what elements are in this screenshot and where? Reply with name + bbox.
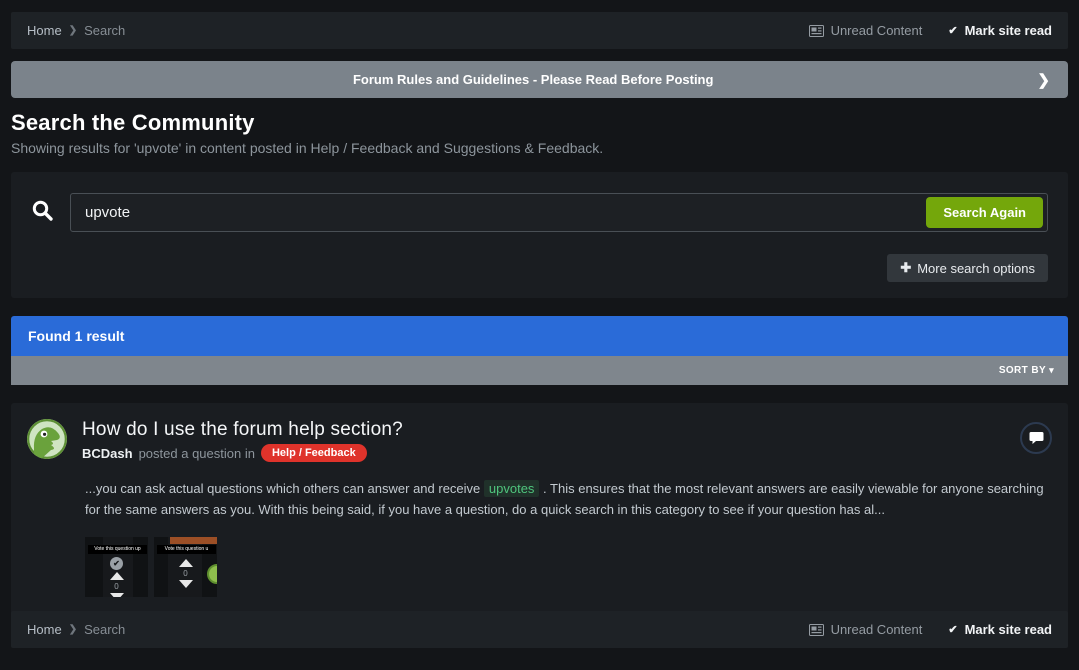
check-icon: ✔ xyxy=(948,623,957,636)
breadcrumb-home-link[interactable]: Home xyxy=(27,23,62,38)
newspaper-icon xyxy=(809,25,824,37)
byline-action-text: posted a question in xyxy=(139,446,255,461)
author-link[interactable]: BCDash xyxy=(82,446,133,461)
bottom-breadcrumb-bar: Home ❯ Search Unread Content ✔ Mark site… xyxy=(11,611,1068,648)
result-title-link[interactable]: How do I use the forum help section? xyxy=(82,419,1020,441)
plus-icon: ✚ xyxy=(900,260,911,276)
search-result-item: How do I use the forum help section? BCD… xyxy=(11,403,1068,642)
breadcrumb: Home ❯ Search xyxy=(27,23,125,38)
upvote-arrow-icon xyxy=(179,559,193,567)
thumbnail-avatar-dot xyxy=(207,564,217,584)
unread-content-label: Unread Content xyxy=(831,622,923,637)
results-count-text: Found 1 result xyxy=(28,328,124,344)
vote-count: 0 xyxy=(114,582,118,591)
search-icon xyxy=(31,199,54,227)
speech-bubble-icon xyxy=(1029,431,1044,445)
mark-site-read-link[interactable]: ✔ Mark site read xyxy=(948,622,1052,637)
search-term-highlight: upvotes xyxy=(484,480,540,497)
check-circle-icon: ✔ xyxy=(110,557,123,570)
more-search-options-button[interactable]: ✚ More search options xyxy=(887,254,1048,282)
newspaper-icon xyxy=(809,624,824,636)
page-subtitle: Showing results for 'upvote' in content … xyxy=(11,140,1068,156)
breadcrumb: Home ❯ Search xyxy=(27,622,125,637)
search-input[interactable] xyxy=(85,204,926,221)
attachment-thumbnail-1[interactable]: Vote this question up ✔ 0 xyxy=(85,537,148,597)
search-panel: Search Again ✚ More search options xyxy=(11,172,1068,298)
question-type-badge xyxy=(1020,422,1052,454)
breadcrumb-separator-icon: ❯ xyxy=(69,624,77,635)
downvote-arrow-icon xyxy=(179,580,193,588)
breadcrumb-home-link[interactable]: Home xyxy=(27,622,62,637)
avatar[interactable] xyxy=(27,419,67,459)
mark-site-read-label: Mark site read xyxy=(965,622,1052,637)
forum-rules-banner[interactable]: Forum Rules and Guidelines - Please Read… xyxy=(11,61,1068,98)
results-header: Found 1 result xyxy=(11,316,1068,356)
breadcrumb-current: Search xyxy=(84,23,125,38)
unread-content-label: Unread Content xyxy=(831,23,923,38)
thumbnail-tooltip: Vote this question u xyxy=(157,545,216,554)
vote-count: 0 xyxy=(183,569,187,578)
mark-site-read-link[interactable]: ✔ Mark site read xyxy=(948,23,1052,38)
more-search-options-label: More search options xyxy=(917,261,1035,276)
thumbnail-tooltip: Vote this question up xyxy=(88,545,147,554)
category-badge[interactable]: Help / Feedback xyxy=(261,444,367,462)
breadcrumb-current: Search xyxy=(84,622,125,637)
page-title: Search the Community xyxy=(11,110,1068,136)
sort-by-label: SORT BY xyxy=(999,365,1046,376)
unread-content-link[interactable]: Unread Content xyxy=(809,622,923,637)
sort-by-dropdown[interactable]: SORT BY ▾ xyxy=(999,365,1054,376)
downvote-arrow-icon xyxy=(110,593,124,597)
result-snippet: ...you can ask actual questions which ot… xyxy=(85,479,1052,521)
chevron-right-icon: ❯ xyxy=(1037,71,1050,89)
mark-site-read-label: Mark site read xyxy=(965,23,1052,38)
caret-down-icon: ▾ xyxy=(1049,365,1054,375)
search-again-button[interactable]: Search Again xyxy=(926,197,1043,228)
sort-bar: SORT BY ▾ xyxy=(11,356,1068,385)
thumbnail-orange-bar xyxy=(170,537,217,544)
upvote-arrow-icon xyxy=(110,572,124,580)
forum-rules-banner-text: Forum Rules and Guidelines - Please Read… xyxy=(29,72,1037,87)
breadcrumb-separator-icon: ❯ xyxy=(69,25,77,36)
attachment-thumbnail-2[interactable]: Vote this question u 0 xyxy=(154,537,217,597)
check-icon: ✔ xyxy=(948,24,957,37)
top-breadcrumb-bar: Home ❯ Search Unread Content ✔ Mark site… xyxy=(11,12,1068,49)
search-box: Search Again xyxy=(70,193,1048,232)
snippet-text-before: ...you can ask actual questions which ot… xyxy=(85,481,484,496)
unread-content-link[interactable]: Unread Content xyxy=(809,23,923,38)
